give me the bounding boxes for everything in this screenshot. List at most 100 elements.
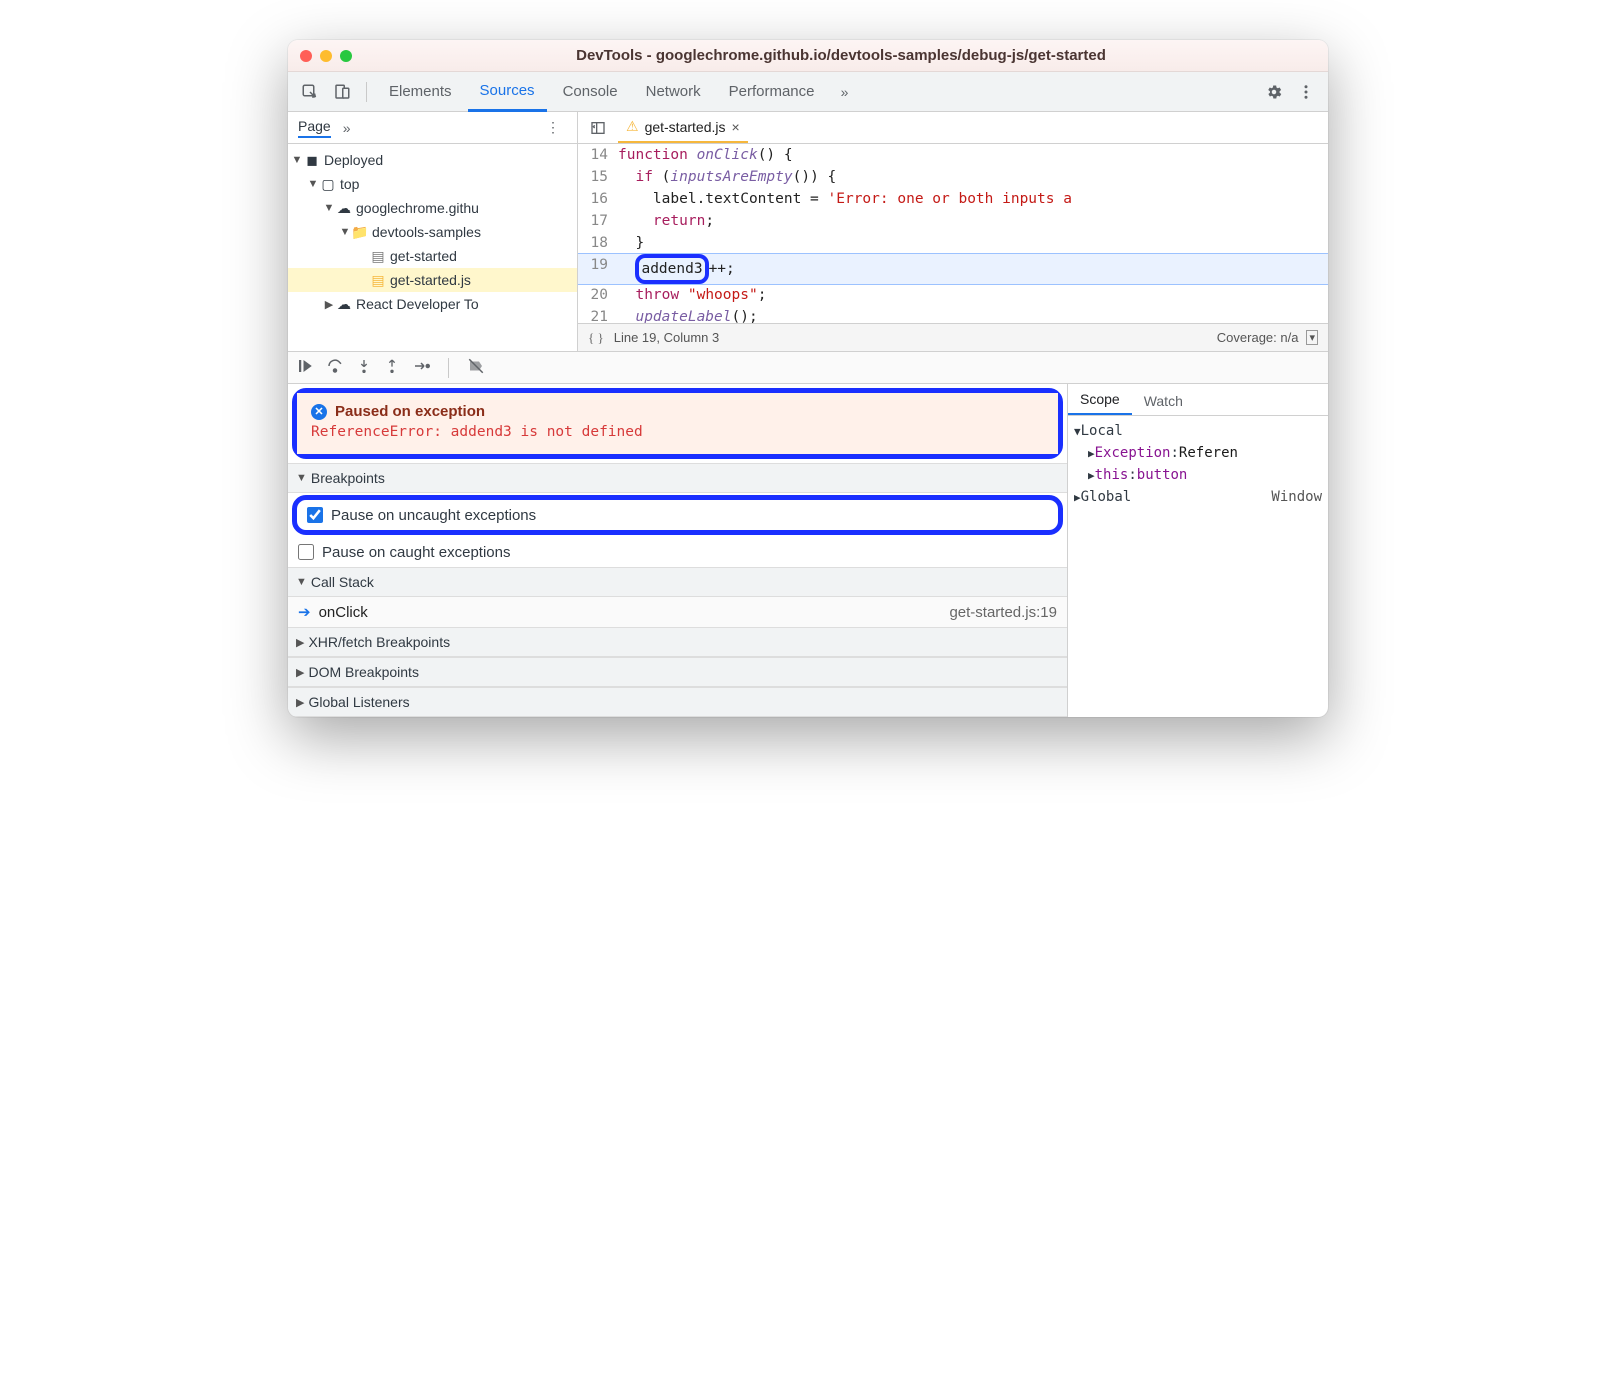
scope-global-key[interactable]: Global	[1081, 489, 1132, 505]
tree-root[interactable]: Deployed	[324, 152, 383, 168]
frame-icon: ▢	[320, 176, 336, 192]
js-file-icon: ▤	[370, 272, 386, 288]
inspect-icon[interactable]	[296, 78, 324, 106]
line-number[interactable]: 16	[578, 188, 618, 210]
scope-local[interactable]: Local	[1081, 423, 1123, 439]
code-line[interactable]: 20 throw "whoops";	[578, 284, 1328, 306]
tree-folder[interactable]: devtools-samples	[372, 224, 481, 240]
tab-elements[interactable]: Elements	[377, 72, 464, 112]
pause-uncaught-row[interactable]: Pause on uncaught exceptions	[297, 500, 1058, 530]
deactivate-breakpoints-icon[interactable]	[467, 357, 485, 378]
line-number[interactable]: 21	[578, 306, 618, 323]
minimize-icon[interactable]	[320, 50, 332, 62]
code-line[interactable]: 18 }	[578, 232, 1328, 254]
code-line[interactable]: 16 label.textContent = 'Error: one or bo…	[578, 188, 1328, 210]
code-line[interactable]: 15 if (inputsAreEmpty()) {	[578, 166, 1328, 188]
tree-file-html[interactable]: get-started	[390, 248, 457, 264]
code-line[interactable]: 17 return;	[578, 210, 1328, 232]
coverage-toggle-icon[interactable]: ▾	[1306, 330, 1318, 345]
global-listeners-header[interactable]: ▶Global Listeners	[288, 687, 1067, 717]
coverage-status: Coverage: n/a	[1217, 330, 1299, 345]
devtools-window: DevTools - googlechrome.github.io/devtoo…	[288, 40, 1328, 717]
line-number[interactable]: 18	[578, 232, 618, 254]
traffic-lights	[300, 50, 352, 62]
scope-tabs: Scope Watch	[1068, 384, 1328, 416]
current-frame-icon: ➔	[298, 603, 311, 621]
code-content[interactable]: if (inputsAreEmpty()) {	[618, 166, 836, 188]
tab-performance[interactable]: Performance	[717, 72, 827, 112]
kebab-menu-icon[interactable]	[1292, 78, 1320, 106]
code-content[interactable]: addend3++;	[618, 254, 735, 284]
code-line[interactable]: 21 updateLabel();	[578, 306, 1328, 323]
code-line[interactable]: 19 addend3++;	[578, 254, 1328, 284]
code-content[interactable]: return;	[618, 210, 714, 232]
line-number[interactable]: 17	[578, 210, 618, 232]
tab-sources[interactable]: Sources	[468, 72, 547, 112]
tab-network[interactable]: Network	[634, 72, 713, 112]
navigator-tabs: Page » ⋮	[288, 112, 577, 144]
step-into-icon[interactable]	[356, 357, 372, 378]
cube-icon: ◼	[304, 152, 320, 168]
code-content[interactable]: }	[618, 232, 644, 254]
scope-this-key[interactable]: this	[1095, 467, 1129, 483]
tab-console[interactable]: Console	[551, 72, 630, 112]
line-number[interactable]: 14	[578, 144, 618, 166]
editor-pane: ⚠ get-started.js × 14function onClick() …	[578, 112, 1328, 351]
tree-top[interactable]: top	[340, 176, 359, 192]
settings-icon[interactable]	[1260, 78, 1288, 106]
more-tabs-icon[interactable]: »	[831, 78, 859, 106]
line-number[interactable]: 19	[578, 254, 618, 284]
tree-file-js[interactable]: get-started.js	[390, 272, 471, 288]
scope-exception-key[interactable]: Exception	[1095, 445, 1171, 461]
navigator-pane: Page » ⋮ ▼◼Deployed ▼▢top ▼☁googlechrome…	[288, 112, 578, 351]
resume-icon[interactable]	[296, 357, 314, 378]
navigator-tab-page[interactable]: Page	[298, 118, 331, 138]
file-tree[interactable]: ▼◼Deployed ▼▢top ▼☁googlechrome.githu ▼📁…	[288, 144, 577, 351]
pause-uncaught-checkbox[interactable]	[307, 507, 323, 523]
titlebar: DevTools - googlechrome.github.io/devtoo…	[288, 40, 1328, 72]
code-content[interactable]: throw "whoops";	[618, 284, 766, 306]
cloud-icon: ☁	[336, 200, 352, 216]
tree-extension[interactable]: React Developer To	[356, 296, 479, 312]
paused-error: ReferenceError: addend3 is not defined	[311, 424, 1044, 440]
code-editor[interactable]: 14function onClick() {15 if (inputsAreEm…	[578, 144, 1328, 323]
close-tab-icon[interactable]: ×	[732, 119, 740, 135]
paused-title: Paused on exception	[335, 403, 485, 420]
code-line[interactable]: 14function onClick() {	[578, 144, 1328, 166]
line-number[interactable]: 15	[578, 166, 618, 188]
toggle-navigator-icon[interactable]	[584, 114, 612, 142]
navigator-more-icon[interactable]: »	[343, 120, 351, 136]
format-icon[interactable]: { }	[588, 330, 604, 346]
breakpoints-header[interactable]: ▼Breakpoints	[288, 463, 1067, 493]
editor-tab-file[interactable]: ⚠ get-started.js ×	[618, 113, 748, 143]
close-icon[interactable]	[300, 50, 312, 62]
debugger-left-pane: ✕ Paused on exception ReferenceError: ad…	[288, 384, 1068, 717]
cursor-position: Line 19, Column 3	[614, 330, 720, 345]
tab-watch[interactable]: Watch	[1132, 387, 1195, 415]
frame-location: get-started.js:19	[949, 604, 1057, 621]
step-out-icon[interactable]	[384, 357, 400, 378]
line-number[interactable]: 20	[578, 284, 618, 306]
xhr-breakpoints-header[interactable]: ▶XHR/fetch Breakpoints	[288, 627, 1067, 657]
step-over-icon[interactable]	[326, 357, 344, 378]
tree-domain[interactable]: googlechrome.githu	[356, 200, 479, 216]
step-icon[interactable]	[412, 357, 430, 378]
zoom-icon[interactable]	[340, 50, 352, 62]
device-toggle-icon[interactable]	[328, 78, 356, 106]
tab-scope[interactable]: Scope	[1068, 385, 1132, 415]
code-content[interactable]: function onClick() {	[618, 144, 793, 166]
code-content[interactable]: label.textContent = 'Error: one or both …	[618, 188, 1072, 210]
pause-caught-row[interactable]: Pause on caught exceptions	[288, 537, 1067, 567]
editor-tab-label: get-started.js	[645, 119, 726, 135]
callstack-frame[interactable]: ➔ onClick get-started.js:19	[288, 597, 1067, 627]
highlight-paused: ✕ Paused on exception ReferenceError: ad…	[292, 388, 1063, 459]
debugger-toolbar	[288, 352, 1328, 384]
pause-caught-checkbox[interactable]	[298, 544, 314, 560]
scope-pane: Scope Watch ▼Local ▶Exception: Referen ▶…	[1068, 384, 1328, 717]
info-icon: ✕	[311, 404, 327, 420]
navigator-menu-icon[interactable]: ⋮	[539, 114, 567, 142]
dom-breakpoints-header[interactable]: ▶DOM Breakpoints	[288, 657, 1067, 687]
code-content[interactable]: updateLabel();	[618, 306, 758, 323]
callstack-header[interactable]: ▼Call Stack	[288, 567, 1067, 597]
scope-tree[interactable]: ▼Local ▶Exception: Referen ▶this: button…	[1068, 416, 1328, 512]
